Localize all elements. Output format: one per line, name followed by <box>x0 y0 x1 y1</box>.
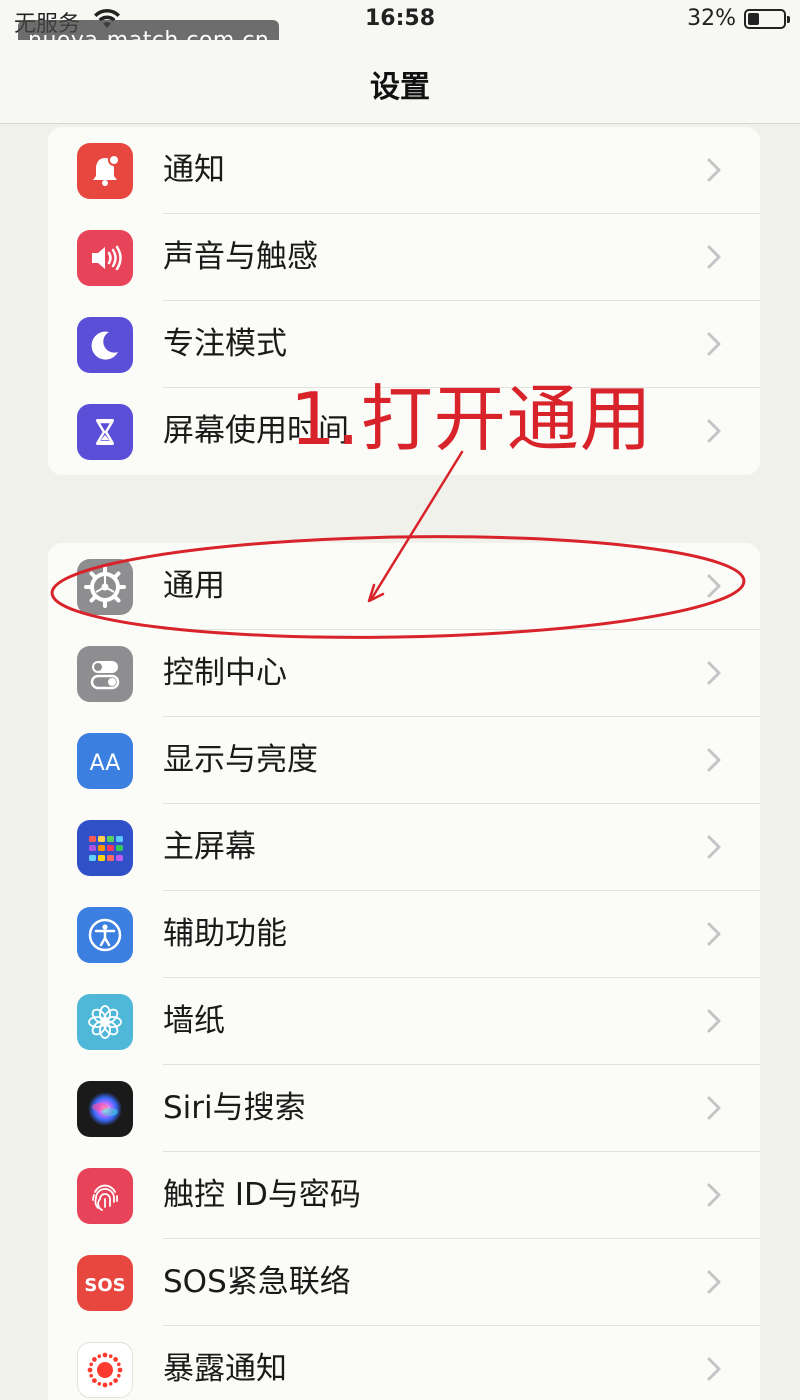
battery-level-fill <box>748 13 759 25</box>
chevron-right-icon <box>707 835 721 859</box>
row-label: 暴露通知 <box>163 1351 287 1387</box>
row-label: SOS紧急联络 <box>163 1264 351 1300</box>
annotation-text: 1.打开通用 <box>290 377 653 461</box>
chevron-right-icon <box>707 748 721 772</box>
chevron-right-icon <box>707 245 721 269</box>
chevron-right-icon <box>707 1009 721 1033</box>
settings-row-exposure-notifications[interactable]: 暴露通知 <box>48 1326 760 1400</box>
hourglass-icon <box>77 404 133 460</box>
settings-row-touch-id[interactable]: 触控 ID与密码 <box>48 1152 760 1239</box>
row-label: 主屏幕 <box>163 829 256 865</box>
row-label: 控制中心 <box>163 655 287 691</box>
settings-row-control-center[interactable]: 控制中心 <box>48 630 760 717</box>
row-label: 通用 <box>163 568 225 604</box>
svg-text:AA: AA <box>90 751 121 776</box>
chevron-right-icon <box>707 574 721 598</box>
row-label: 墙纸 <box>163 1003 225 1039</box>
row-label: 专注模式 <box>163 326 287 362</box>
speaker-icon <box>77 230 133 286</box>
navigation-bar: 设置 <box>0 40 800 124</box>
chevron-right-icon <box>707 1096 721 1120</box>
settings-row-wallpaper[interactable]: 墙纸 <box>48 978 760 1065</box>
chevron-right-icon <box>707 1270 721 1294</box>
svg-text:SOS: SOS <box>84 1275 125 1296</box>
settings-row-sounds[interactable]: 声音与触感 <box>48 214 760 301</box>
toggles-icon <box>77 646 133 702</box>
row-label: 触控 ID与密码 <box>163 1177 361 1213</box>
settings-row-emergency-sos[interactable]: SOS SOS紧急联络 <box>48 1239 760 1326</box>
flower-icon <box>77 994 133 1050</box>
settings-row-siri-search[interactable]: Siri与搜索 <box>48 1065 760 1152</box>
settings-row-accessibility[interactable]: 辅助功能 <box>48 891 760 978</box>
moon-icon <box>77 317 133 373</box>
row-label: 辅助功能 <box>163 916 287 952</box>
row-label: 声音与触感 <box>163 239 318 275</box>
battery-icon <box>744 9 790 29</box>
row-label: 通知 <box>163 152 225 188</box>
row-label: Siri与搜索 <box>163 1090 306 1126</box>
exposure-icon <box>77 1342 133 1398</box>
accessibility-icon <box>77 907 133 963</box>
chevron-right-icon <box>707 419 721 443</box>
siri-icon <box>77 1081 133 1137</box>
chevron-right-icon <box>707 332 721 356</box>
text-size-icon: AA <box>77 733 133 789</box>
sos-icon: SOS <box>77 1255 133 1311</box>
row-label: 显示与亮度 <box>163 742 318 778</box>
home-grid-icon <box>77 820 133 876</box>
battery-percent: 32% <box>687 6 736 31</box>
chevron-right-icon <box>707 1183 721 1207</box>
page-title: 设置 <box>370 70 430 105</box>
settings-row-general[interactable]: 通用 <box>48 543 760 630</box>
settings-row-home-screen[interactable]: 主屏幕 <box>48 804 760 891</box>
chevron-right-icon <box>707 661 721 685</box>
settings-row-notifications[interactable]: 通知 <box>48 127 760 214</box>
settings-row-display-brightness[interactable]: AA 显示与亮度 <box>48 717 760 804</box>
fingerprint-icon <box>77 1168 133 1224</box>
chevron-right-icon <box>707 922 721 946</box>
gear-icon <box>77 559 133 615</box>
chevron-right-icon <box>707 158 721 182</box>
settings-group-2: 通用 控制中心 AA 显示与亮度 主屏幕 辅助功能 墙纸 Siri与搜索 触控 … <box>48 543 760 1400</box>
notification-bell-icon <box>77 143 133 199</box>
chevron-right-icon <box>707 1357 721 1381</box>
